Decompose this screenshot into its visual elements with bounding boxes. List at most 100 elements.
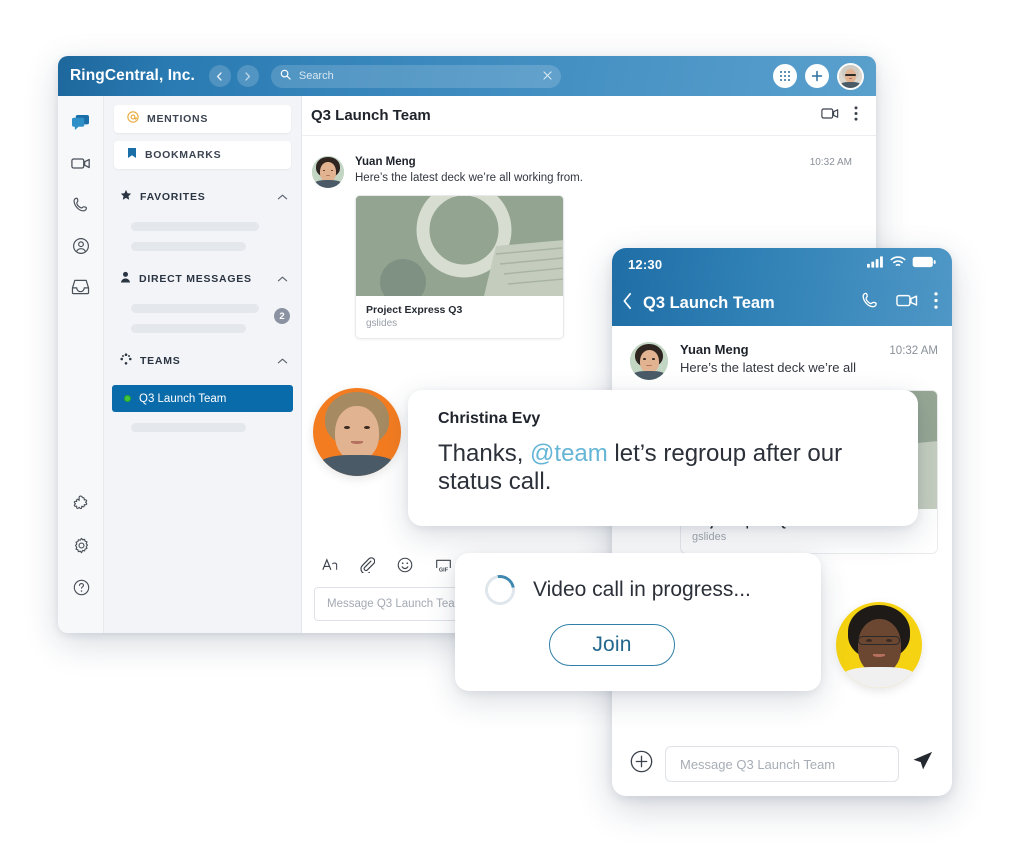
rail-item-help[interactable] — [65, 573, 97, 607]
message-icon — [71, 114, 90, 136]
rail-item-message[interactable] — [65, 108, 97, 142]
search-input[interactable]: Search — [270, 64, 561, 88]
attachment-thumbnail — [356, 196, 563, 296]
signal-bars-icon — [867, 255, 884, 273]
chevron-up-icon[interactable] — [277, 352, 288, 370]
unread-badge: 2 — [274, 308, 290, 324]
rail-item-inbox[interactable] — [65, 272, 97, 306]
sidebar-item-q3-launch-team-label: Q3 Launch Team — [139, 392, 227, 405]
sidebar-item-q3-launch-team[interactable]: Q3 Launch Team — [112, 385, 293, 412]
loading-spinner-icon — [479, 569, 521, 611]
mobile-message-input-placeholder: Message Q3 Launch Team — [680, 756, 836, 772]
list-item[interactable] — [131, 222, 259, 231]
gif-icon[interactable]: GIF — [435, 557, 452, 578]
video-camera-icon — [70, 156, 91, 176]
attachment-card[interactable]: Project Express Q3 gslides — [355, 195, 564, 339]
icon-rail — [58, 96, 104, 633]
sidebar: MENTIONS BOOKMARKS FAVORITES DIRECT MESS… — [104, 96, 302, 633]
attachment-subtitle: gslides — [692, 531, 727, 543]
page-title: Q3 Launch Team — [311, 107, 431, 124]
message-popup-card: Christina Evy Thanks, @team let’s regrou… — [408, 390, 918, 526]
rail-item-phone[interactable] — [65, 190, 97, 224]
attachment-subtitle: gslides — [366, 318, 398, 329]
call-status-text: Video call in progress... — [533, 578, 751, 601]
search-placeholder: Search — [298, 70, 334, 82]
close-icon[interactable] — [543, 67, 552, 85]
list-item[interactable] — [131, 324, 246, 333]
message-text: Thanks, @team let’s regroup after our st… — [438, 440, 888, 497]
mobile-message-composer: Message Q3 Launch Team — [612, 746, 952, 782]
sidebar-item-mentions-label: MENTIONS — [147, 113, 209, 125]
sidebar-section-direct-messages[interactable]: DIRECT MESSAGES — [104, 265, 301, 293]
contacts-icon — [72, 237, 90, 260]
message-text: Here’s the latest deck we’re all working… — [355, 172, 583, 184]
message-sender: Yuan Meng — [355, 156, 416, 168]
dialpad-icon[interactable] — [773, 64, 797, 88]
rail-item-video[interactable] — [65, 149, 97, 183]
star-icon — [120, 188, 132, 206]
screenshot-canvas: RingCentral, Inc. Search MENTIONS BOOKMA… — [0, 0, 1024, 865]
online-status-dot — [124, 395, 131, 402]
list-item[interactable] — [131, 423, 246, 432]
chevron-up-icon[interactable] — [277, 270, 288, 288]
svg-text:GIF: GIF — [439, 567, 449, 573]
sidebar-item-bookmarks[interactable]: BOOKMARKS — [114, 141, 291, 169]
back-button[interactable] — [208, 65, 231, 87]
avatar-christina-evy[interactable] — [313, 388, 401, 476]
mention-tag[interactable]: @team — [530, 440, 608, 467]
phone-icon[interactable] — [861, 291, 880, 315]
sidebar-item-mentions[interactable]: MENTIONS — [114, 105, 291, 133]
mobile-message-input[interactable]: Message Q3 Launch Team — [665, 746, 899, 782]
video-camera-icon[interactable] — [896, 293, 918, 313]
video-camera-icon[interactable] — [821, 107, 839, 125]
rail-item-contacts[interactable] — [65, 231, 97, 265]
more-vertical-icon[interactable] — [854, 105, 858, 126]
attachment-title: Project Express Q3 — [366, 304, 463, 316]
app-title: RingCentral, Inc. — [70, 67, 195, 84]
text-format-icon[interactable] — [322, 558, 338, 577]
message-timestamp: 10:32 AM — [889, 345, 938, 357]
title-bar: RingCentral, Inc. Search — [58, 56, 876, 96]
chevron-up-icon[interactable] — [277, 188, 288, 206]
avatar-participant[interactable] — [836, 602, 922, 688]
rail-item-settings[interactable] — [65, 531, 97, 565]
send-icon[interactable] — [911, 750, 934, 778]
sidebar-section-favorites-label: FAVORITES — [140, 191, 206, 203]
message-timestamp: 10:32 AM — [809, 157, 852, 168]
status-time: 12:30 — [628, 256, 663, 272]
sidebar-item-bookmarks-label: BOOKMARKS — [145, 149, 222, 161]
avatar[interactable] — [837, 62, 864, 90]
rail-item-apps[interactable] — [65, 489, 97, 523]
emoji-icon[interactable] — [397, 557, 413, 578]
search-icon — [280, 67, 291, 85]
list-item[interactable] — [131, 242, 246, 251]
sidebar-section-teams[interactable]: TEAMS — [104, 347, 301, 375]
chat-header: Q3 Launch Team — [302, 96, 876, 136]
avatar[interactable] — [312, 156, 344, 188]
message-sender: Christina Evy — [438, 410, 541, 427]
sidebar-section-dm-label: DIRECT MESSAGES — [139, 273, 252, 285]
paperclip-icon[interactable] — [360, 557, 376, 578]
sidebar-section-favorites[interactable]: FAVORITES — [104, 183, 301, 211]
mobile-page-title: Q3 Launch Team — [643, 293, 775, 312]
forward-button[interactable] — [236, 65, 259, 87]
person-icon — [120, 270, 131, 288]
mobile-chat-message: Yuan Meng 10:32 AM Here’s the latest dec… — [612, 326, 952, 380]
message-input-placeholder: Message Q3 Launch Team — [327, 598, 465, 610]
inbox-icon — [71, 278, 90, 300]
titlebar-actions — [773, 62, 864, 90]
help-icon — [73, 579, 90, 601]
puzzle-icon — [73, 495, 90, 517]
plus-icon[interactable] — [805, 64, 829, 88]
join-button[interactable]: Join — [549, 624, 675, 666]
chevron-left-icon[interactable] — [622, 292, 633, 315]
battery-icon — [912, 255, 936, 273]
sidebar-section-teams-label: TEAMS — [140, 355, 181, 367]
plus-circle-icon[interactable] — [630, 750, 653, 778]
list-item[interactable]: 2 — [104, 304, 301, 324]
at-icon — [127, 110, 139, 128]
teams-icon — [120, 352, 132, 370]
more-vertical-icon[interactable] — [934, 292, 938, 314]
gear-icon — [73, 537, 90, 559]
avatar[interactable] — [630, 342, 668, 380]
